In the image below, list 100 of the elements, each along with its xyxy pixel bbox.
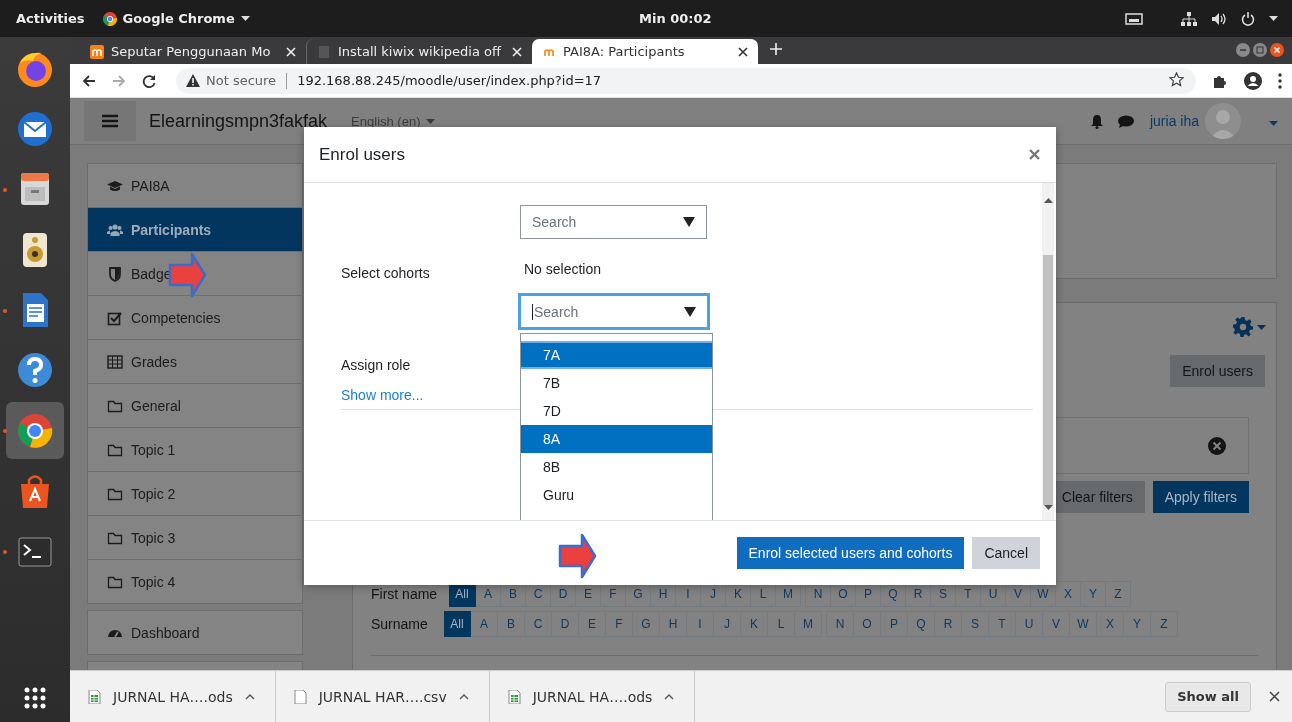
initial-filter-link[interactable]: R xyxy=(935,611,962,637)
initial-filter-link[interactable]: M xyxy=(795,611,822,637)
cohort-option[interactable]: 7B xyxy=(521,369,712,397)
users-icon xyxy=(107,221,123,238)
initial-filter-link[interactable]: I xyxy=(687,611,714,637)
initial-filter-link[interactable]: H xyxy=(660,611,687,637)
url-text: 192.168.88.245/moodle/user/index.php?id=17 xyxy=(297,73,602,88)
initial-filter-link[interactable]: S xyxy=(962,611,989,637)
site-name[interactable]: Elearningsmpn3fakfak xyxy=(149,110,328,132)
nav-item[interactable]: Topic 4 xyxy=(88,560,302,603)
scrollbar[interactable] xyxy=(1042,183,1054,520)
close-button[interactable] xyxy=(1029,149,1040,160)
initial-filter-link[interactable]: T xyxy=(989,611,1016,637)
initial-filter-link[interactable]: All xyxy=(444,611,471,637)
address-bar[interactable]: Not secure 192.168.88.245/moodle/user/index.php?id=17 xyxy=(176,67,1196,94)
activities-button[interactable]: Activities xyxy=(16,11,85,26)
bell-icon[interactable] xyxy=(1089,113,1104,129)
chevron-up-icon[interactable] xyxy=(458,693,469,700)
initial-filter-link[interactable]: O xyxy=(854,611,881,637)
initial-filter-link[interactable]: U xyxy=(1016,611,1043,637)
enrol-users-button[interactable]: Enrol users xyxy=(1170,355,1265,387)
new-tab-icon[interactable] xyxy=(770,43,782,55)
chevron-up-icon[interactable] xyxy=(244,693,255,700)
app-grid-icon[interactable] xyxy=(23,686,47,710)
initial-filter-link[interactable]: A xyxy=(471,611,498,637)
primary-button[interactable]: Enrol selected users and cohorts xyxy=(736,537,965,569)
initial-filter-link[interactable]: P xyxy=(881,611,908,637)
close-icon[interactable] xyxy=(1269,690,1280,702)
caret-icon[interactable] xyxy=(1269,16,1278,21)
cohort-option[interactable]: 8A xyxy=(521,425,712,453)
initial-filter-link[interactable]: V xyxy=(1043,611,1070,637)
warning-icon xyxy=(186,74,200,87)
close-icon[interactable] xyxy=(1270,43,1284,57)
caret-icon[interactable] xyxy=(240,16,250,21)
nav-item[interactable]: Topic 1 xyxy=(88,428,302,472)
secondary-button[interactable]: Cancel xyxy=(972,537,1040,569)
nav-item[interactable]: Grades xyxy=(88,340,302,384)
initial-filter-link[interactable]: Y xyxy=(1081,581,1106,607)
users-search-select[interactable]: Search xyxy=(520,205,707,239)
initial-filter-link[interactable]: J xyxy=(714,611,741,637)
show-more-link[interactable]: Show more... xyxy=(341,387,424,403)
download-item[interactable]: JURNAL HA….ods xyxy=(70,671,276,722)
back-icon[interactable] xyxy=(82,73,96,88)
clock[interactable]: Min 00:02 xyxy=(639,11,712,26)
shield-icon xyxy=(107,265,123,282)
show-all-button[interactable]: Show all xyxy=(1165,681,1251,712)
account-icon[interactable] xyxy=(1244,71,1262,90)
app-menu[interactable]: Google Chrome xyxy=(122,11,235,26)
nav-item[interactable]: Topic 3 xyxy=(88,516,302,560)
nav-item[interactable]: Dashboard xyxy=(88,611,302,654)
initial-filter-link[interactable]: Z xyxy=(1106,581,1131,607)
cohorts-search-select[interactable]: Search xyxy=(518,293,710,330)
nav-item[interactable]: Topic 2 xyxy=(88,472,302,516)
nav-item[interactable]: Participants xyxy=(88,208,302,252)
initial-filter-link[interactable]: L xyxy=(768,611,795,637)
browser-tab[interactable]: PAI8A: Participants xyxy=(532,39,758,64)
power-icon xyxy=(1241,11,1255,26)
initial-filter-link[interactable]: K xyxy=(741,611,768,637)
initial-filter-link[interactable]: N xyxy=(826,611,854,637)
nav-item[interactable]: Competencies xyxy=(88,296,302,340)
cohort-option[interactable]: 8B xyxy=(521,453,712,481)
initial-filter-link[interactable]: D xyxy=(552,611,579,637)
initials-label: First name xyxy=(371,586,439,602)
chat-icon[interactable] xyxy=(1117,114,1134,128)
caret-icon xyxy=(1044,198,1053,203)
browser-tab[interactable]: Seputar Penggunaan Mo xyxy=(80,39,306,64)
settings-icon[interactable] xyxy=(1233,317,1253,337)
menu-icon xyxy=(102,114,118,128)
initial-filter-link[interactable]: G xyxy=(633,611,660,637)
initial-filter-link[interactable]: F xyxy=(606,611,633,637)
chevron-up-icon[interactable] xyxy=(664,693,675,700)
initial-filter-link[interactable]: Z xyxy=(1151,611,1178,637)
nav-item[interactable]: General xyxy=(88,384,302,428)
spreadsheet-icon xyxy=(88,689,101,704)
initial-filter-link[interactable]: E xyxy=(579,611,606,637)
cohort-option[interactable]: 7A xyxy=(521,341,712,369)
cohort-option[interactable]: Guru xyxy=(521,481,712,509)
clear-icon[interactable] xyxy=(1208,436,1226,455)
reload-icon[interactable] xyxy=(142,73,156,88)
initial-filter-link[interactable]: W xyxy=(1070,611,1097,637)
star-icon[interactable] xyxy=(1169,71,1184,87)
cohort-option[interactable]: 7D xyxy=(521,397,712,425)
initial-filter-link[interactable]: Q xyxy=(908,611,935,637)
close-icon[interactable] xyxy=(738,46,748,57)
initial-filter-link[interactable]: C xyxy=(525,611,552,637)
apply-filters-button[interactable]: Apply filters xyxy=(1152,481,1249,513)
initial-filter-link[interactable]: X xyxy=(1097,611,1124,637)
user-name[interactable]: juria iha xyxy=(1149,113,1199,129)
download-item[interactable]: JURNAL HA….ods xyxy=(489,671,696,722)
download-item[interactable]: JURNAL HAR….csv xyxy=(275,671,490,722)
minimize-icon[interactable] xyxy=(1236,43,1250,57)
initial-filter-link[interactable]: X xyxy=(1056,581,1081,607)
dock-launcher[interactable] xyxy=(6,402,64,460)
initial-filter-link[interactable]: Y xyxy=(1124,611,1151,637)
initials-label: Surname xyxy=(371,616,429,632)
annotation-arrow xyxy=(558,533,598,580)
field-label: Select cohorts xyxy=(341,265,431,281)
menu-icon[interactable] xyxy=(1278,72,1282,89)
menu-button[interactable] xyxy=(84,101,136,141)
initial-filter-link[interactable]: B xyxy=(498,611,525,637)
